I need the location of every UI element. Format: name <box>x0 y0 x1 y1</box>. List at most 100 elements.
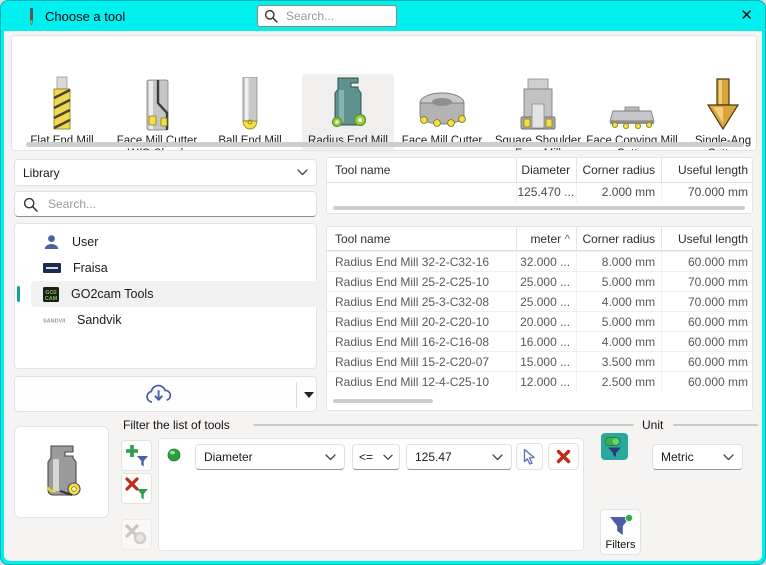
tool-type-face-copying-mill-cutter[interactable]: Face Copying Mill Cutter <box>584 74 680 151</box>
cell-tool-name: Radius End Mill 12-4-C25-10 <box>327 372 517 391</box>
search-icon <box>264 9 278 23</box>
library-search-box[interactable] <box>14 191 317 217</box>
delete-filter-button[interactable] <box>121 473 152 504</box>
tool-row[interactable]: Radius End Mill 32-2-C32-16 32.000 ... 8… <box>327 251 752 271</box>
cell-tool-name: Radius End Mill 32-2-C32-16 <box>327 252 517 271</box>
add-filter-button[interactable] <box>121 440 152 471</box>
cell-diameter: 32.000 ... <box>517 252 577 271</box>
filter-field-dropdown[interactable]: Diameter <box>195 444 345 470</box>
cell-corner-radius: 4.000 mm <box>577 332 662 351</box>
tool-type-single-angle-cutter[interactable]: Single-Ang Cutter <box>680 74 757 151</box>
tool-type-radius-end-mill[interactable]: Radius End Mill <box>302 74 394 151</box>
chevron-down-icon <box>325 454 336 461</box>
filter-value-dropdown[interactable]: 125.47 <box>406 444 512 470</box>
filter-list-box: Diameter <= 125.47 <box>158 438 584 551</box>
fraisa-logo-icon <box>43 263 61 273</box>
filter-group-line <box>253 424 634 426</box>
tool-list-table-scrollbar[interactable] <box>333 399 433 403</box>
filter-field-value: Diameter <box>204 450 253 464</box>
library-item-label: Fraisa <box>73 261 108 275</box>
tool-row[interactable]: Radius End Mill 12-4-C25-10 12.000 ... 2… <box>327 371 752 391</box>
tool-row[interactable]: Radius End Mill 16-2-C16-08 16.000 ... 4… <box>327 331 752 351</box>
filters-button-label: Filters <box>606 539 636 551</box>
titlebar-search-input[interactable] <box>284 8 390 24</box>
filters-button[interactable]: Filters <box>600 509 641 555</box>
sandvik-logo-icon: SANDVIK <box>43 316 65 324</box>
selected-tool-table: Tool name Diameter Corner radius Useful … <box>326 157 753 214</box>
filter-toggle-button[interactable] <box>601 433 628 460</box>
library-item-label: User <box>72 235 98 249</box>
cell-useful-length: 70.000 mm <box>662 292 752 311</box>
column-header-tool-name[interactable]: Tool name <box>327 227 517 250</box>
cell-corner-radius: 5.000 mm <box>577 272 662 291</box>
disable-filter-button[interactable] <box>121 519 152 550</box>
dropdown-arrow-icon[interactable] <box>304 392 314 398</box>
face-copying-mill-cutter-icon <box>607 74 657 132</box>
column-header-corner-radius[interactable]: Corner radius <box>577 158 662 182</box>
tool-preview-image <box>34 443 90 501</box>
library-item-label: GO2cam Tools <box>71 287 153 301</box>
tool-row[interactable]: Radius End Mill 25-3-C32-08 25.000 ... 4… <box>327 291 752 311</box>
column-header-diameter[interactable]: Diameter <box>517 158 577 182</box>
tool-strip-scrollbar[interactable] <box>26 142 744 147</box>
single-angle-cutter-icon <box>704 74 742 132</box>
cell-corner-radius: 3.500 mm <box>577 352 662 371</box>
filter-operator-dropdown[interactable]: <= <box>352 444 400 470</box>
download-library-button[interactable] <box>14 376 317 412</box>
tool-row[interactable]: Radius End Mill 25-2-C25-10 25.000 ... 5… <box>327 271 752 291</box>
filter-operator-value: <= <box>359 450 373 464</box>
tool-type-ball-end-mill[interactable]: Ball End Mill <box>205 74 295 151</box>
filters-icon <box>608 514 634 537</box>
library-item-fraisa[interactable]: Fraisa <box>31 255 328 281</box>
cell-diameter: 15.000 ... <box>517 352 577 371</box>
unit-dropdown[interactable]: Metric <box>652 444 743 470</box>
selected-tool-table-scrollbar[interactable] <box>333 206 745 210</box>
cell-corner-radius: 2.000 mm <box>577 183 662 202</box>
tool-type-square-shoulder-face-mill[interactable]: Square Shoulder Face Mill <box>490 74 586 151</box>
column-header-corner-radius[interactable]: Corner radius <box>577 227 662 250</box>
choose-a-tool-dialog: Choose a tool ✕ Flat End Mill Face Mill … <box>0 0 766 565</box>
library-item-user[interactable]: User <box>31 229 328 255</box>
svg-text:CAM: CAM <box>45 296 58 302</box>
red-x-icon <box>556 449 571 464</box>
library-search-input[interactable] <box>46 196 308 212</box>
titlebar-search-box[interactable] <box>257 5 397 27</box>
cell-diameter: 25.000 ... <box>517 292 577 311</box>
button-divider <box>296 382 297 408</box>
tool-row[interactable]: Radius End Mill 20-2-C20-10 20.000 ... 5… <box>327 311 752 331</box>
face-mill-wo-shank-icon <box>139 74 175 132</box>
tool-type-face-mill-cutter[interactable]: Face Mill Cutter <box>396 74 488 151</box>
radius-end-mill-icon <box>324 74 372 132</box>
tool-type-flat-end-mill[interactable]: Flat End Mill <box>17 74 107 151</box>
library-dropdown-value: Library <box>23 166 60 180</box>
unit-value: Metric <box>661 450 694 464</box>
chevron-down-icon <box>297 169 308 176</box>
selected-tool-row[interactable]: 125.470 ... 2.000 mm 70.000 mm <box>327 183 752 202</box>
column-header-tool-name[interactable]: Tool name <box>327 158 517 182</box>
library-item-label: Sandvik <box>77 313 121 327</box>
cell-corner-radius: 5.000 mm <box>577 312 662 331</box>
tool-row[interactable]: Radius End Mill 15-2-C20-07 15.000 ... 3… <box>327 351 752 371</box>
cell-useful-length: 60.000 mm <box>662 312 752 331</box>
cell-tool-name: Radius End Mill 25-2-C25-10 <box>327 272 517 291</box>
library-item-sandvik[interactable]: SANDVIK Sandvik <box>31 307 328 333</box>
column-header-useful-length[interactable]: Useful length <box>662 158 752 182</box>
library-item-go2cam-tools[interactable]: GO2CAM GO2cam Tools <box>31 281 328 307</box>
column-header-diameter-sorted[interactable]: meter ^ <box>517 227 577 250</box>
column-header-useful-length[interactable]: Useful length <box>662 227 752 250</box>
close-icon[interactable]: ✕ <box>740 7 753 25</box>
user-icon <box>43 234 60 250</box>
clear-filter-button[interactable] <box>548 443 579 470</box>
pick-value-button[interactable] <box>516 443 543 470</box>
filter-enabled-dot[interactable] <box>167 448 181 462</box>
tool-type-face-mill-wo-shank[interactable]: Face Mill Cutter W/O Shank <box>109 74 205 151</box>
cursor-arrow-icon <box>521 448 538 465</box>
cell-diameter: 12.000 ... <box>517 372 577 391</box>
disable-filter-icon <box>124 522 149 547</box>
cell-useful-length: 60.000 mm <box>662 372 752 391</box>
sort-ascending-icon: ^ <box>564 232 570 246</box>
library-dropdown[interactable]: Library <box>14 159 317 186</box>
search-icon <box>23 197 38 212</box>
cell-diameter: 25.000 ... <box>517 272 577 291</box>
cell-diameter: 16.000 ... <box>517 332 577 351</box>
